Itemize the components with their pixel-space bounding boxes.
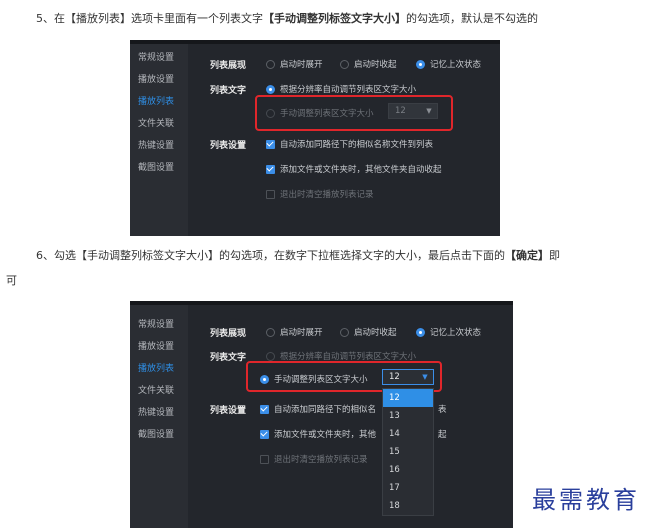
sidebar-item-playlist[interactable]: 播放列表 bbox=[138, 361, 174, 374]
sidebar-item-hotkeys[interactable]: 热键设置 bbox=[138, 138, 174, 151]
check-clear-on-exit[interactable]: 退出时清空播放列表记录 bbox=[266, 188, 374, 200]
option-expand-on-start[interactable]: 启动时展开 bbox=[266, 326, 323, 338]
settings-sidebar: 常规设置 播放设置 播放列表 文件关联 热键设置 截图设置 bbox=[130, 305, 188, 528]
list-settings-label: 列表设置 bbox=[210, 141, 247, 151]
sidebar-item-general[interactable]: 常规设置 bbox=[138, 50, 174, 63]
list-text-label: 列表文字 bbox=[210, 86, 247, 96]
size-option-17[interactable]: 17 bbox=[383, 479, 433, 497]
checkbox-checked-icon bbox=[266, 139, 275, 149]
list-display-label: 列表展现 bbox=[210, 329, 247, 339]
step6-suffix: 即 bbox=[549, 249, 560, 262]
step6-caption: 6、勾选【手动调整列标签文字大小】的勾选项，在数字下拉框选择文字的大小，最后点击… bbox=[36, 246, 646, 266]
option-label: 启动时展开 bbox=[280, 60, 323, 70]
option-collapse-on-start[interactable]: 启动时收起 bbox=[340, 326, 397, 338]
settings-sidebar: 常规设置 播放设置 播放列表 文件关联 热键设置 截图设置 bbox=[130, 44, 188, 236]
option-label: 记忆上次状态 bbox=[430, 328, 482, 338]
option-label: 启动时收起 bbox=[354, 60, 397, 70]
option-remember-last-state[interactable]: 记忆上次状态 bbox=[416, 58, 481, 70]
option-label: 添加文件或文件夹时，其他文件夹自动收起 bbox=[280, 165, 442, 175]
checkbox-checked-icon bbox=[260, 404, 269, 414]
step5-suffix: 的勾选项，默认是不勾选的 bbox=[406, 12, 538, 25]
check-auto-add-similar[interactable]: 自动添加同路径下的相似名称文件到列表 bbox=[266, 138, 433, 150]
option-label: 退出时清空播放列表记录 bbox=[274, 455, 368, 465]
option-label: 退出时清空播放列表记录 bbox=[280, 190, 374, 200]
sidebar-item-hotkeys[interactable]: 热键设置 bbox=[138, 405, 174, 418]
sidebar-item-file-association[interactable]: 文件关联 bbox=[138, 383, 174, 396]
sidebar-item-playlist[interactable]: 播放列表 bbox=[138, 94, 174, 107]
option-label: 启动时收起 bbox=[354, 328, 397, 338]
sidebar-item-general[interactable]: 常规设置 bbox=[138, 317, 174, 330]
sidebar-item-playback[interactable]: 播放设置 bbox=[138, 339, 174, 352]
step6-highlight: 【确定】 bbox=[505, 249, 549, 262]
option-collapse-on-start[interactable]: 启动时收起 bbox=[340, 58, 397, 70]
step5-highlight: 【手动调整列标签文字大小】 bbox=[263, 12, 406, 25]
size-option-12[interactable]: 12 bbox=[383, 389, 433, 407]
option-label: 自动添加同路径下的相似名称文件到列表 bbox=[280, 140, 434, 150]
sidebar-item-screenshot[interactable]: 截图设置 bbox=[138, 160, 174, 173]
radio-icon bbox=[266, 351, 275, 361]
option-label: 根据分辨率自动调节列表区文字大小 bbox=[280, 85, 417, 95]
option-label-tail: 表 bbox=[438, 405, 447, 415]
radio-selected-icon bbox=[416, 59, 425, 69]
step5-prefix: 5、在【播放列表】选项卡里面有一个列表文字 bbox=[36, 12, 263, 25]
radio-selected-icon bbox=[416, 327, 425, 337]
sidebar-item-screenshot[interactable]: 截图设置 bbox=[138, 427, 174, 440]
size-option-16[interactable]: 16 bbox=[383, 461, 433, 479]
option-label-tail: 起 bbox=[438, 430, 447, 440]
list-settings-label: 列表设置 bbox=[210, 406, 247, 416]
size-option-15[interactable]: 15 bbox=[383, 443, 433, 461]
radio-icon bbox=[340, 59, 349, 69]
check-clear-on-exit[interactable]: 退出时清空播放列表记录 bbox=[260, 453, 368, 465]
radio-icon bbox=[266, 59, 275, 69]
option-remember-last-state[interactable]: 记忆上次状态 bbox=[416, 326, 481, 338]
radio-icon bbox=[340, 327, 349, 337]
sidebar-item-file-association[interactable]: 文件关联 bbox=[138, 116, 174, 129]
checkbox-icon bbox=[266, 189, 275, 199]
step5-caption: 5、在【播放列表】选项卡里面有一个列表文字【手动调整列标签文字大小】的勾选项，默… bbox=[36, 9, 655, 29]
check-collapse-other-folders[interactable]: 添加文件或文件夹时，其他 bbox=[260, 428, 376, 440]
checkbox-checked-icon bbox=[266, 164, 275, 174]
size-option-14[interactable]: 14 bbox=[383, 425, 433, 443]
option-expand-on-start[interactable]: 启动时展开 bbox=[266, 58, 323, 70]
size-option-13[interactable]: 13 bbox=[383, 407, 433, 425]
highlight-box bbox=[255, 95, 453, 131]
step6-caption-continued: 可 bbox=[6, 274, 17, 287]
option-label: 启动时展开 bbox=[280, 328, 323, 338]
list-text-label: 列表文字 bbox=[210, 353, 247, 363]
brand-watermark: 最需教育 bbox=[532, 486, 640, 514]
option-label: 添加文件或文件夹时，其他 bbox=[274, 430, 377, 440]
radio-selected-icon bbox=[266, 84, 275, 94]
settings-screenshot-dropdown-open: 常规设置 播放设置 播放列表 文件关联 热键设置 截图设置 列表展现 启动时展开… bbox=[130, 301, 513, 528]
text-size-dropdown: 12 13 14 15 16 17 18 bbox=[382, 388, 434, 516]
option-label: 记忆上次状态 bbox=[430, 60, 482, 70]
sidebar-item-playback[interactable]: 播放设置 bbox=[138, 72, 174, 85]
option-label: 自动添加同路径下的相似名 bbox=[274, 405, 377, 415]
option-auto-text-size[interactable]: 根据分辨率自动调节列表区文字大小 bbox=[266, 83, 416, 95]
size-option-18[interactable]: 18 bbox=[383, 497, 433, 515]
step6-prefix: 6、勾选【手动调整列标签文字大小】的勾选项，在数字下拉框选择文字的大小，最后点击… bbox=[36, 249, 505, 262]
check-auto-add-similar-tail: 表 bbox=[438, 403, 447, 415]
settings-screenshot-default: 常规设置 播放设置 播放列表 文件关联 热键设置 截图设置 列表展现 启动时展开… bbox=[130, 40, 500, 236]
check-collapse-other-folders-tail: 起 bbox=[438, 428, 447, 440]
radio-icon bbox=[266, 327, 275, 337]
checkbox-checked-icon bbox=[260, 429, 269, 439]
check-collapse-other-folders[interactable]: 添加文件或文件夹时，其他文件夹自动收起 bbox=[266, 163, 442, 175]
list-display-label: 列表展现 bbox=[210, 61, 247, 71]
check-auto-add-similar[interactable]: 自动添加同路径下的相似名 bbox=[260, 403, 376, 415]
checkbox-icon bbox=[260, 454, 269, 464]
